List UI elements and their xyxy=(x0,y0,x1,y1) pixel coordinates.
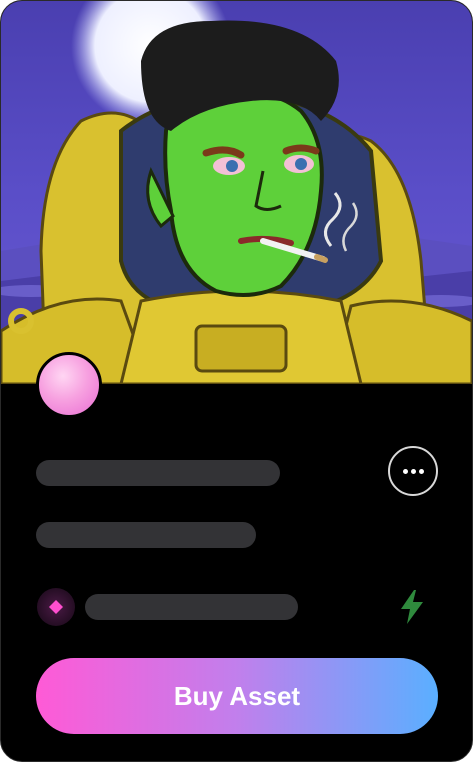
currency-badge xyxy=(37,588,75,626)
diamond-icon xyxy=(49,600,63,614)
nft-card[interactable]: Buy Asset xyxy=(0,0,473,762)
more-horizontal-icon-dot xyxy=(410,468,416,474)
buy-asset-button[interactable]: Buy Asset xyxy=(36,658,438,734)
subtitle-placeholder xyxy=(36,522,256,548)
more-horizontal-icon xyxy=(402,468,408,474)
more-options-button[interactable] xyxy=(388,446,438,496)
creator-avatar[interactable] xyxy=(36,352,102,418)
astronaut-artwork xyxy=(1,1,472,384)
title-placeholder xyxy=(36,460,280,486)
price-placeholder xyxy=(85,594,298,620)
more-horizontal-icon-dot xyxy=(418,468,424,474)
nft-image[interactable] xyxy=(1,1,472,384)
lightning-bolt-icon[interactable] xyxy=(399,590,425,624)
